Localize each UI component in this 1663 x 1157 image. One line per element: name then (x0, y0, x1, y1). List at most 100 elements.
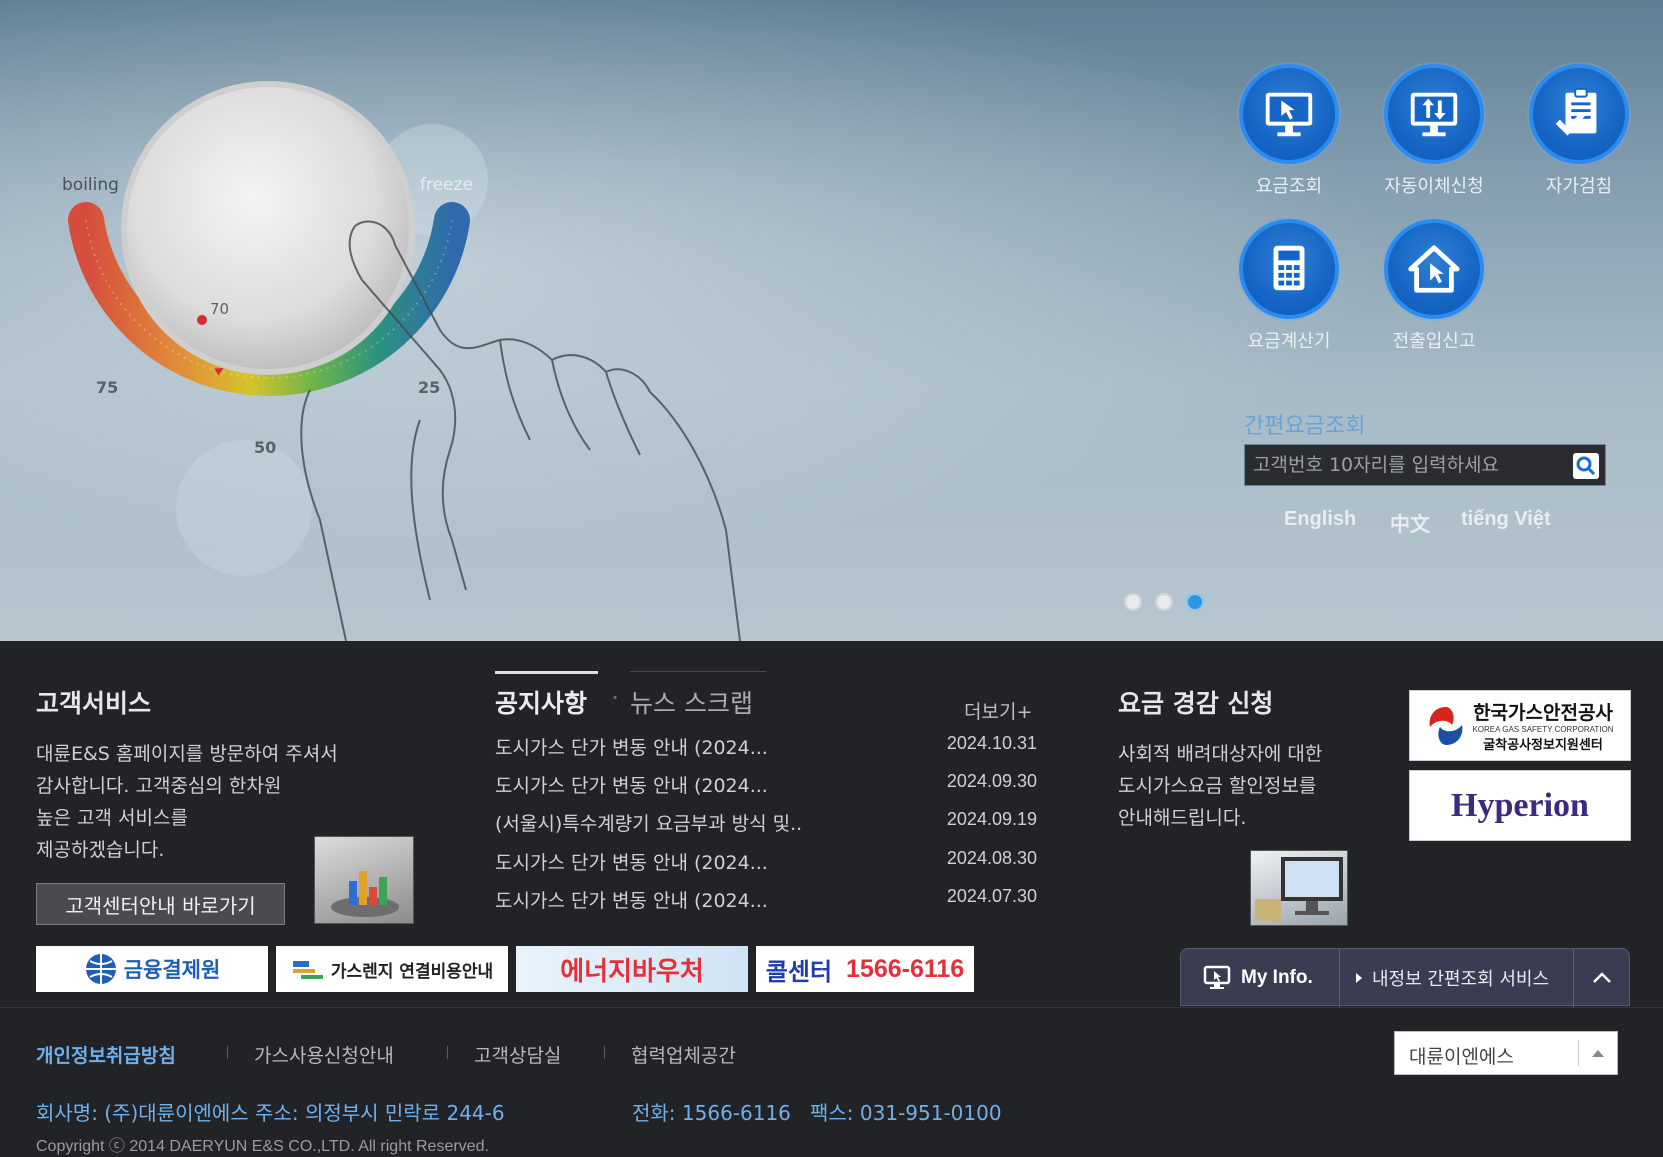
company-phone-fax: 전화: 1566-6116 팩스: 031-951-0100 (632, 1101, 1002, 1125)
discount-text: 사회적 배려대상자에 대한 도시가스요금 할인정보를 안내해드립니다. (1118, 738, 1322, 834)
notice-date: 2024.09.19 (946, 809, 1037, 829)
tab-notices[interactable]: 공지사항 (495, 684, 587, 720)
kftc-label: 금융결제원 (123, 958, 221, 982)
chart-globe-icon (331, 871, 399, 917)
footer-link-consultation[interactable]: 고객상담실 (474, 1041, 561, 1068)
customer-service-image (314, 836, 414, 924)
search-button[interactable] (1573, 453, 1599, 479)
quick-move-report-button[interactable]: 전출입신고 (1364, 219, 1504, 353)
quick-button-label: 자동이체신청 (1384, 176, 1484, 197)
gas-range-icon (292, 961, 323, 979)
thermostat-illustration: boiling freeze 70 75 50 25 (62, 81, 741, 641)
chevron-up-icon (1592, 972, 1611, 983)
notice-date: 2024.09.30 (946, 771, 1037, 791)
notice-row[interactable]: 도시가스 단가 변동 안내 (2024... 2024.07.30 (495, 886, 1037, 916)
notice-row[interactable]: 도시가스 단가 변동 안내 (2024... 2024.09.30 (495, 771, 1037, 801)
footer-divider (447, 1046, 448, 1059)
quick-bill-inquiry-button[interactable]: 요금조회 (1219, 64, 1359, 198)
hero-banner: boiling freeze 70 75 50 25 요금조회 자동이체신청 자… (0, 0, 1663, 641)
cs-line: 감사합니다. 고객중심의 한차원 (36, 775, 282, 797)
notice-row[interactable]: (서울시)특수계량기 요금부과 방식 및.. 2024.09.19 (495, 809, 1037, 839)
cs-line: 높은 고객 서비스를 (36, 807, 188, 829)
cs-line: 제공하겠습니다. (36, 839, 165, 861)
dial-tick-50: 50 (254, 438, 276, 457)
kgs-name: 한국가스안전공사 (1473, 702, 1613, 724)
slider-dot-1[interactable] (1124, 593, 1142, 611)
energy-voucher-label: 에너지바우처 (560, 956, 704, 987)
slider-dot-2[interactable] (1155, 593, 1173, 611)
calculator-icon (1239, 219, 1339, 319)
myinfo-toggle-button[interactable] (1573, 949, 1629, 1007)
call-center-banner[interactable]: 콜센터 1566-6116 (756, 946, 974, 992)
notice-date: 2024.07.30 (946, 886, 1037, 906)
footer-link-gas-application[interactable]: 가스사용신청안내 (254, 1041, 394, 1068)
discount-line: 안내해드립니다. (1118, 807, 1247, 829)
discount-image[interactable] (1250, 850, 1348, 926)
myinfo-service-label: 내정보 간편조회 서비스 (1372, 969, 1550, 990)
globe-icon (85, 954, 116, 984)
select-divider (1578, 1040, 1579, 1066)
hyperion-logo: Hyperion (1451, 786, 1589, 824)
footer-divider (604, 1046, 605, 1059)
customer-service-title: 고객서비스 (36, 689, 152, 718)
dial-label-boiling: boiling (62, 175, 119, 195)
dial-tick-75: 75 (96, 378, 118, 397)
footer-divider (227, 1046, 228, 1059)
kgs-english: KOREA GAS SAFETY CORPORATION (1472, 725, 1614, 734)
discount-line: 도시가스요금 할인정보를 (1118, 775, 1317, 797)
kftc-banner[interactable]: 금융결제원 (36, 946, 268, 992)
clipboard-check-icon (1529, 64, 1629, 164)
customer-number-input[interactable] (1245, 445, 1565, 485)
monitor-cursor-icon (1203, 965, 1231, 989)
gas-range-label: 가스렌지 연결비용안내 (330, 961, 494, 982)
kgs-partner-link[interactable]: 한국가스안전공사 KOREA GAS SAFETY CORPORATION 굴착… (1409, 690, 1631, 761)
quick-button-label: 전출입신고 (1392, 331, 1476, 352)
myinfo-button[interactable]: My Info. (1181, 949, 1339, 1007)
call-center-label: 콜센터 (765, 957, 833, 986)
monitor-cursor-icon (1239, 64, 1339, 164)
company-address: 회사명: (주)대륜이엔에스 주소: 의정부시 민락로 244-6 (36, 1101, 505, 1125)
customer-center-button[interactable]: 고객센터안내 바로가기 (36, 883, 285, 925)
cs-line: 대륜E&S 홈페이지를 방문하여 주셔서 (36, 743, 338, 765)
tab-active-indicator (495, 671, 598, 674)
tab-separator: · (612, 688, 619, 707)
lang-vietnamese-link[interactable]: tiếng Việt (1461, 508, 1551, 531)
notice-row[interactable]: 도시가스 단가 변동 안내 (2024... 2024.10.31 (495, 733, 1037, 763)
quick-search-box (1244, 444, 1606, 486)
hand-drawing (300, 220, 741, 641)
kgs-sub: 굴착공사정보지원센터 (1483, 738, 1603, 753)
search-icon (1576, 456, 1596, 476)
footer-link-partners[interactable]: 협력업체공간 (631, 1041, 736, 1068)
monitor-transfer-icon (1384, 64, 1484, 164)
notice-row[interactable]: 도시가스 단가 변동 안내 (2024... 2024.08.30 (495, 848, 1037, 878)
quick-search-title: 간편요금조회 (1244, 414, 1366, 439)
notice-title: 도시가스 단가 변동 안내 (2024... (495, 890, 768, 912)
energy-voucher-banner[interactable]: 에너지바우처 (516, 946, 748, 992)
dial-label-freeze: freeze (420, 175, 473, 195)
discount-title: 요금 경감 신청 (1118, 689, 1274, 718)
quick-button-label: 요금조회 (1255, 176, 1323, 197)
gas-range-banner[interactable]: 가스렌지 연결비용안내 (276, 946, 508, 992)
page: boiling freeze 70 75 50 25 요금조회 자동이체신청 자… (0, 0, 1663, 1157)
lang-english-link[interactable]: English (1284, 508, 1356, 531)
footer-link-privacy[interactable]: 개인정보취급방침 (36, 1041, 176, 1068)
kgs-logo-icon (1430, 706, 1463, 745)
notice-date: 2024.08.30 (946, 848, 1037, 868)
notice-title: (서울시)특수계량기 요금부과 방식 및.. (495, 813, 803, 835)
notice-title: 도시가스 단가 변동 안내 (2024... (495, 775, 768, 797)
tab-news[interactable]: 뉴스 스크랩 (630, 684, 753, 720)
notice-date: 2024.10.31 (946, 733, 1037, 753)
notice-title: 도시가스 단가 변동 안내 (2024... (495, 737, 768, 759)
copyright: Copyright ⓒ 2014 DAERYUN E&S CO.,LTD. Al… (36, 1138, 489, 1155)
quick-self-reading-button[interactable]: 자가검침 (1509, 64, 1649, 198)
myinfo-service-link[interactable]: 내정보 간편조회 서비스 (1339, 949, 1573, 1007)
chevron-up-icon (1592, 1050, 1604, 1057)
lang-chinese-link[interactable]: 中文 (1390, 508, 1430, 537)
hyperion-partner-link[interactable]: Hyperion (1409, 770, 1631, 841)
family-site-select[interactable]: 대륜이엔에스 (1394, 1031, 1618, 1075)
slider-dot-3[interactable] (1186, 593, 1204, 611)
tab-inactive-indicator (630, 671, 766, 672)
more-link[interactable]: 더보기+ (964, 697, 1032, 724)
quick-auto-transfer-button[interactable]: 자동이체신청 (1364, 64, 1504, 198)
quick-calculator-button[interactable]: 요금계산기 (1219, 219, 1359, 353)
